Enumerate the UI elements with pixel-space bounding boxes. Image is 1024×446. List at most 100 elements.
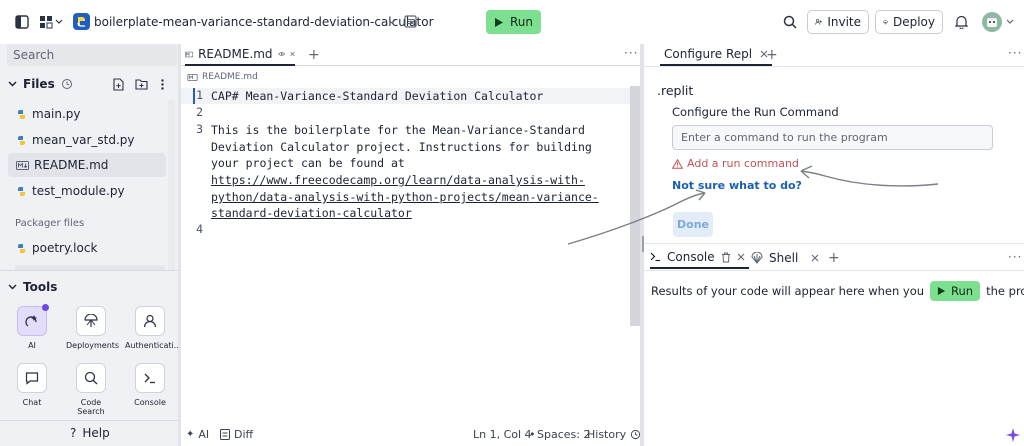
layout-menu-icon[interactable] bbox=[38, 13, 64, 31]
tools-header[interactable]: Tools bbox=[8, 280, 57, 294]
file-name: test_module.py bbox=[32, 184, 125, 198]
run-button[interactable]: Run bbox=[486, 10, 541, 34]
help-button[interactable]: ? Help bbox=[70, 426, 110, 440]
scrollbar[interactable] bbox=[168, 100, 175, 270]
indent-setting[interactable]: Spaces: 2 bbox=[537, 428, 590, 441]
invite-label: Invite bbox=[827, 15, 861, 29]
new-folder-icon[interactable] bbox=[134, 78, 148, 90]
chevron-down-icon[interactable] bbox=[387, 17, 397, 27]
divider bbox=[0, 270, 178, 271]
file-item-test-module-py[interactable]: test_module.py bbox=[8, 179, 166, 203]
tool-authentication[interactable]: Authenticati... bbox=[125, 306, 181, 350]
line-number bbox=[181, 155, 211, 172]
deploy-button[interactable]: Deploy bbox=[875, 10, 943, 34]
line-number: 2 bbox=[196, 105, 203, 119]
repl-info-icon[interactable] bbox=[403, 14, 417, 28]
tool-label: Deployments bbox=[66, 341, 120, 350]
diff-icon bbox=[220, 429, 230, 440]
tab-readme-md[interactable]: README.md bbox=[185, 44, 295, 66]
shell-icon bbox=[751, 252, 763, 264]
tab-configure-repl[interactable]: Configure Repl bbox=[660, 44, 773, 66]
chat-icon bbox=[25, 372, 39, 385]
sparkle-icon[interactable] bbox=[1006, 428, 1020, 442]
console-run-label: Run bbox=[951, 284, 974, 298]
search-icon bbox=[84, 371, 98, 385]
file-name: README.md bbox=[34, 158, 109, 172]
tool-code-search[interactable]: Code Search bbox=[66, 363, 116, 416]
trash-icon[interactable] bbox=[721, 252, 731, 263]
play-icon bbox=[937, 286, 946, 296]
add-tab-icon[interactable]: + bbox=[766, 47, 778, 63]
file-item-poetry-lock[interactable]: poetry.lock bbox=[8, 236, 166, 260]
new-file-icon[interactable] bbox=[112, 77, 124, 91]
diff-button[interactable]: Diff bbox=[220, 428, 253, 441]
tab-console[interactable]: Console bbox=[650, 247, 749, 269]
terminal-icon bbox=[144, 373, 155, 384]
tool-ai[interactable]: AI bbox=[7, 304, 57, 350]
line-number bbox=[181, 139, 211, 156]
tool-console[interactable]: Console bbox=[125, 363, 175, 407]
top-bar: boilerplate-mean-variance-standard-devia… bbox=[0, 0, 1024, 44]
play-icon bbox=[494, 17, 503, 27]
code-link-text[interactable]: https://www.freecodecamp.org/learn/data-… bbox=[211, 172, 585, 189]
history-button[interactable]: History bbox=[587, 428, 641, 441]
bell-icon[interactable] bbox=[953, 14, 969, 30]
invite-button[interactable]: Invite bbox=[807, 10, 869, 34]
python-icon bbox=[18, 186, 25, 196]
sidebar-toggle-icon[interactable] bbox=[14, 14, 30, 30]
eye-icon[interactable] bbox=[277, 50, 285, 58]
code-line: python/data-analysis-with-python-project… bbox=[181, 189, 599, 206]
help-label: Help bbox=[82, 426, 110, 440]
tool-deployments[interactable]: Deployments bbox=[66, 306, 120, 350]
line-number: 4 bbox=[196, 222, 203, 236]
repl-logo-icon bbox=[73, 13, 90, 30]
chevron-down-icon bbox=[8, 284, 17, 290]
code-line-text: Deviation Calculator project. Instructio… bbox=[211, 140, 592, 154]
more-options-icon[interactable]: ··· bbox=[1008, 250, 1022, 264]
divider bbox=[644, 243, 1024, 244]
search-input[interactable]: Search bbox=[7, 44, 177, 66]
deploy-icon bbox=[883, 19, 888, 25]
files-title: Files bbox=[23, 77, 55, 91]
ai-icon bbox=[25, 315, 37, 327]
file-name: poetry.lock bbox=[32, 241, 98, 255]
close-shell-icon[interactable] bbox=[811, 254, 819, 262]
breadcrumb-file: README.md bbox=[202, 72, 258, 82]
more-options-icon[interactable]: ··· bbox=[624, 46, 638, 60]
add-tab-icon[interactable]: + bbox=[828, 250, 840, 266]
search-icon[interactable] bbox=[782, 14, 798, 30]
breadcrumb: README.md bbox=[187, 72, 258, 82]
avatar[interactable] bbox=[982, 12, 1002, 32]
files-header[interactable]: Files bbox=[8, 76, 173, 92]
deployments-icon bbox=[84, 314, 98, 327]
tab-label: Shell bbox=[769, 251, 799, 265]
console-run-button[interactable]: Run bbox=[930, 281, 981, 301]
file-item-mean-var-std-py[interactable]: mean_var_std.py bbox=[8, 128, 166, 152]
file-item-readme-md[interactable]: README.md bbox=[8, 153, 166, 177]
avatar-chevron-down-icon[interactable] bbox=[1006, 18, 1014, 26]
cursor-position[interactable]: Ln 1, Col 4 bbox=[473, 428, 532, 441]
ai-status-button[interactable]: ✦ AI bbox=[186, 428, 209, 441]
line-number bbox=[181, 189, 211, 206]
tool-chat[interactable]: Chat bbox=[7, 363, 57, 407]
tab-shell[interactable]: Shell bbox=[751, 251, 798, 265]
code-line-text: your project can be found at bbox=[211, 156, 405, 170]
run-command-input[interactable]: Enter a command to run the program bbox=[672, 125, 993, 150]
python-icon bbox=[18, 243, 25, 253]
code-link-text[interactable]: python/data-analysis-with-python-project… bbox=[211, 189, 599, 206]
tool-label: Chat bbox=[22, 398, 42, 407]
code-line-text: This is the boilerplate for the Mean-Var… bbox=[211, 123, 585, 137]
code-line: 2 bbox=[181, 105, 211, 119]
more-options-icon[interactable]: ··· bbox=[1008, 46, 1022, 60]
code-line: 1 CAP# Mean-Variance-Standard Deviation C… bbox=[181, 88, 543, 105]
close-icon[interactable] bbox=[737, 253, 745, 261]
code-line: 3 This is the boilerplate for the Mean-Va… bbox=[181, 122, 585, 139]
tool-label: Code Search bbox=[77, 398, 105, 416]
more-options-icon[interactable] bbox=[158, 77, 166, 91]
code-link-text[interactable]: standard-deviation-calculator bbox=[211, 205, 412, 222]
add-tab-icon[interactable]: + bbox=[308, 47, 320, 63]
python-icon bbox=[18, 109, 25, 119]
close-icon[interactable] bbox=[290, 50, 295, 58]
repl-name[interactable]: boilerplate-mean-variance-standard-devia… bbox=[94, 15, 434, 29]
file-item-main-py[interactable]: main.py bbox=[8, 102, 166, 126]
